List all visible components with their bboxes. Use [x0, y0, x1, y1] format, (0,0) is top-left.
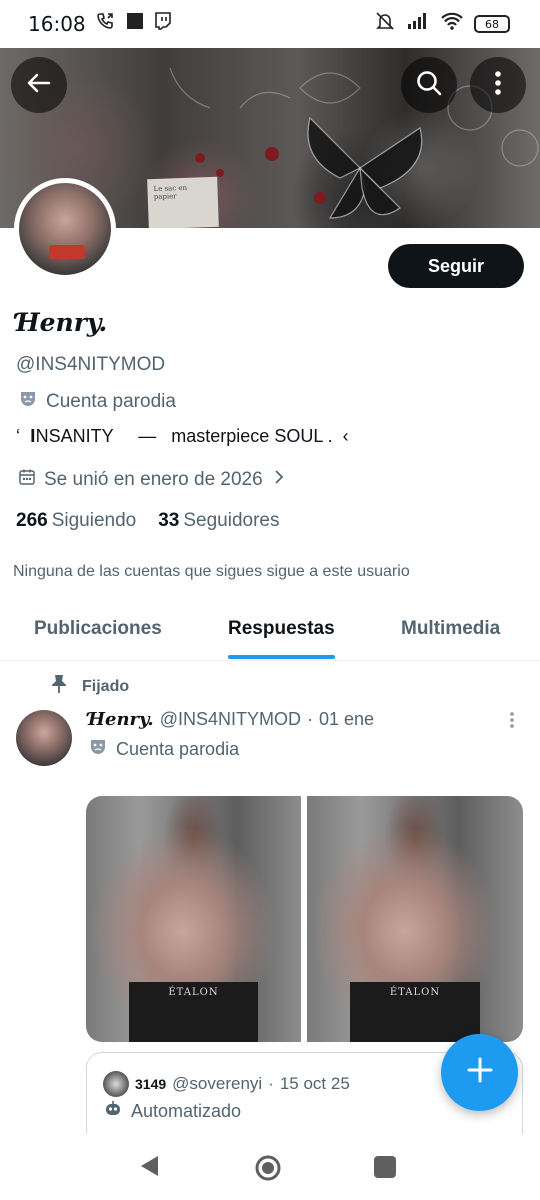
automated-label: Automatizado	[103, 1099, 241, 1124]
tab-multimedia[interactable]: Multimedia	[401, 618, 500, 640]
parody-label: Cuenta parodia	[18, 389, 176, 415]
mutual-followers-note: Ninguna de las cuentas que sigues sigue …	[13, 563, 410, 580]
system-nav-bar	[0, 1134, 540, 1200]
following-label: Siguiendo	[51, 510, 137, 531]
post-media-image-2[interactable]: ÉTALON	[307, 796, 523, 1042]
tab-publicaciones[interactable]: Publicaciones	[34, 618, 162, 640]
post-header: Ɦenry. @INS4NITYMOD · 01 ene	[88, 709, 374, 730]
parody-text: Cuenta parodia	[46, 391, 176, 412]
mask-icon	[88, 737, 108, 762]
follow-stats: 266 Siguiendo 33 Seguidores	[16, 510, 280, 532]
avatar-detail	[49, 245, 85, 259]
more-vertical-icon	[494, 70, 502, 101]
tab-respuestas[interactable]: Respuestas	[228, 618, 335, 640]
post-separator: ·	[307, 709, 313, 729]
status-bar: 16:08 68	[0, 0, 540, 48]
compose-fab[interactable]	[441, 1034, 518, 1111]
pinned-text: Fijado	[82, 677, 130, 695]
mask-icon	[18, 389, 38, 415]
post-author-name[interactable]: Ɦenry.	[88, 709, 154, 730]
profile-avatar[interactable]	[14, 178, 116, 280]
post-media-image-1[interactable]: ÉTALON	[86, 796, 301, 1042]
mute-icon	[374, 10, 396, 38]
plus-icon	[467, 1057, 493, 1088]
signal-icon	[406, 11, 430, 37]
post-parody-label: Cuenta parodia	[88, 737, 239, 762]
nav-recents-icon[interactable]	[374, 1156, 396, 1178]
automated-text: Automatizado	[131, 1101, 242, 1121]
call-forward-icon	[96, 11, 116, 37]
joined-text: Se unió en enero de 2026	[44, 469, 263, 490]
followers-count: 33	[158, 510, 180, 531]
pin-icon	[50, 674, 68, 699]
back-arrow-icon	[25, 69, 53, 102]
following-count: 266	[16, 510, 48, 531]
post-author-avatar[interactable]	[16, 710, 72, 766]
media-text: ÉTALON	[389, 987, 441, 998]
joined-date[interactable]: Se unió en enero de 2026	[18, 468, 285, 492]
status-time: 16:08	[28, 12, 86, 36]
banner-paper-text: Le sac en papier	[153, 183, 188, 202]
nav-back-icon[interactable]	[138, 1154, 160, 1183]
followers-label: Seguidores	[183, 510, 280, 531]
quoted-separator: ·	[268, 1074, 274, 1093]
quoted-author-handle: @soverenyi	[172, 1074, 263, 1093]
post-more-button[interactable]	[500, 710, 524, 734]
battery-level: 68	[485, 17, 499, 31]
profile-display-name: Ɦenry.	[16, 308, 108, 337]
quoted-date: 15 oct 25	[279, 1074, 350, 1093]
quoted-post-header: 3149 @soverenyi · 15 oct 25	[103, 1071, 350, 1097]
twitch-icon	[154, 12, 172, 36]
quoted-author-avatar	[103, 1071, 129, 1097]
followers-link[interactable]: 33 Seguidores	[158, 510, 279, 532]
search-icon	[415, 69, 443, 102]
banner-paper-note: Le sac en papier	[147, 176, 219, 228]
battery-icon: 68	[474, 15, 510, 33]
square-notification-icon	[126, 12, 144, 36]
wifi-icon	[440, 11, 464, 37]
search-button[interactable]	[401, 57, 457, 113]
post-author-handle: @INS4NITYMOD	[159, 709, 301, 729]
nav-home-icon[interactable]	[254, 1154, 282, 1187]
more-vertical-icon	[509, 711, 515, 734]
follow-button[interactable]: Seguir	[388, 244, 524, 288]
calendar-icon	[18, 468, 36, 492]
robot-icon	[103, 1099, 123, 1124]
profile-handle: @INS4NITYMOD	[16, 354, 166, 375]
post-parody-text: Cuenta parodia	[116, 739, 240, 759]
following-link[interactable]: 266 Siguiendo	[16, 510, 136, 532]
media-text: ÉTALON	[168, 987, 219, 998]
more-options-button[interactable]	[470, 57, 526, 113]
quoted-author-name: 3149	[135, 1076, 167, 1092]
active-tab-indicator	[228, 655, 335, 659]
post-date[interactable]: 01 ene	[319, 709, 374, 730]
profile-bio: ‘ 𝐈NSANITY — masterpiece SOUL . ‹	[16, 426, 349, 446]
profile-tabs: Publicaciones Respuestas Multimedia	[0, 600, 540, 661]
pinned-label: Fijado	[50, 674, 129, 699]
back-button[interactable]	[11, 57, 67, 113]
chevron-right-icon	[271, 469, 285, 491]
